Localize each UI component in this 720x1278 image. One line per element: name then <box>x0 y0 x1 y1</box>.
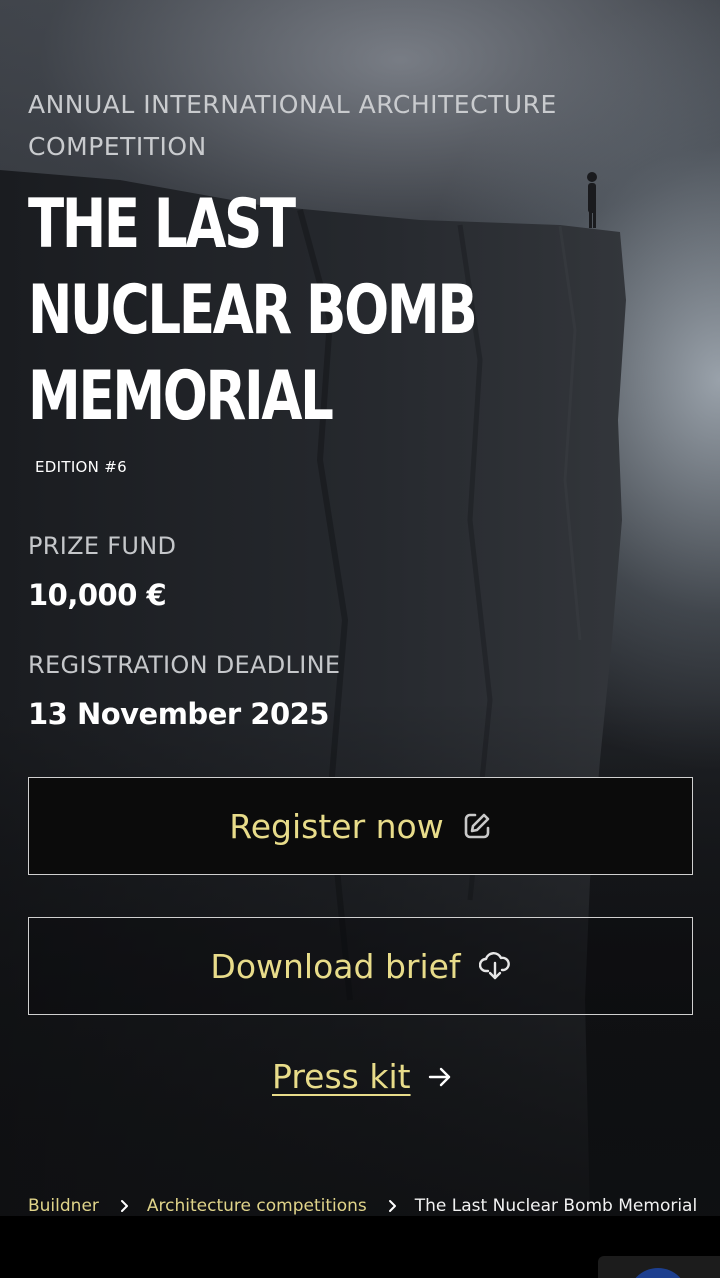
cloud-download-icon <box>478 951 511 981</box>
breadcrumb-home[interactable]: Buildner <box>28 1196 99 1216</box>
recaptcha-icon <box>628 1268 688 1278</box>
hero-background: ANNUAL INTERNATIONAL ARCHITECTURE COMPET… <box>0 0 720 1216</box>
edition-label: EDITION #6 <box>35 458 127 476</box>
press-kit-label: Press kit <box>272 1057 411 1096</box>
standing-figure <box>587 172 597 228</box>
register-now-label: Register now <box>229 806 444 846</box>
register-now-button[interactable]: Register now <box>28 777 693 875</box>
breadcrumb-current: The Last Nuclear Bomb Memorial <box>414 1196 698 1216</box>
press-kit-link[interactable]: Press kit <box>272 1057 453 1096</box>
chevron-right-icon <box>119 1199 129 1213</box>
deadline-value: 13 November 2025 <box>28 697 329 731</box>
chevron-right-icon <box>387 1199 397 1213</box>
breadcrumb-competitions[interactable]: Architecture competitions <box>147 1196 367 1216</box>
arrow-right-icon <box>427 1057 453 1096</box>
competition-overline: ANNUAL INTERNATIONAL ARCHITECTURE COMPET… <box>28 90 557 161</box>
prize-fund-label: PRIZE FUND <box>28 532 177 560</box>
breadcrumb: Buildner Architecture competitions The L… <box>28 1196 697 1216</box>
edit-icon <box>462 811 492 841</box>
download-brief-button[interactable]: Download brief <box>28 917 693 1015</box>
recaptcha-badge[interactable] <box>598 1256 720 1278</box>
page-title: THE LAST NUCLEAR BOMB MEMORIAL <box>28 185 478 436</box>
deadline-label: REGISTRATION DEADLINE <box>28 651 341 679</box>
prize-fund-value: 10,000 € <box>28 578 167 612</box>
download-brief-label: Download brief <box>210 946 461 986</box>
